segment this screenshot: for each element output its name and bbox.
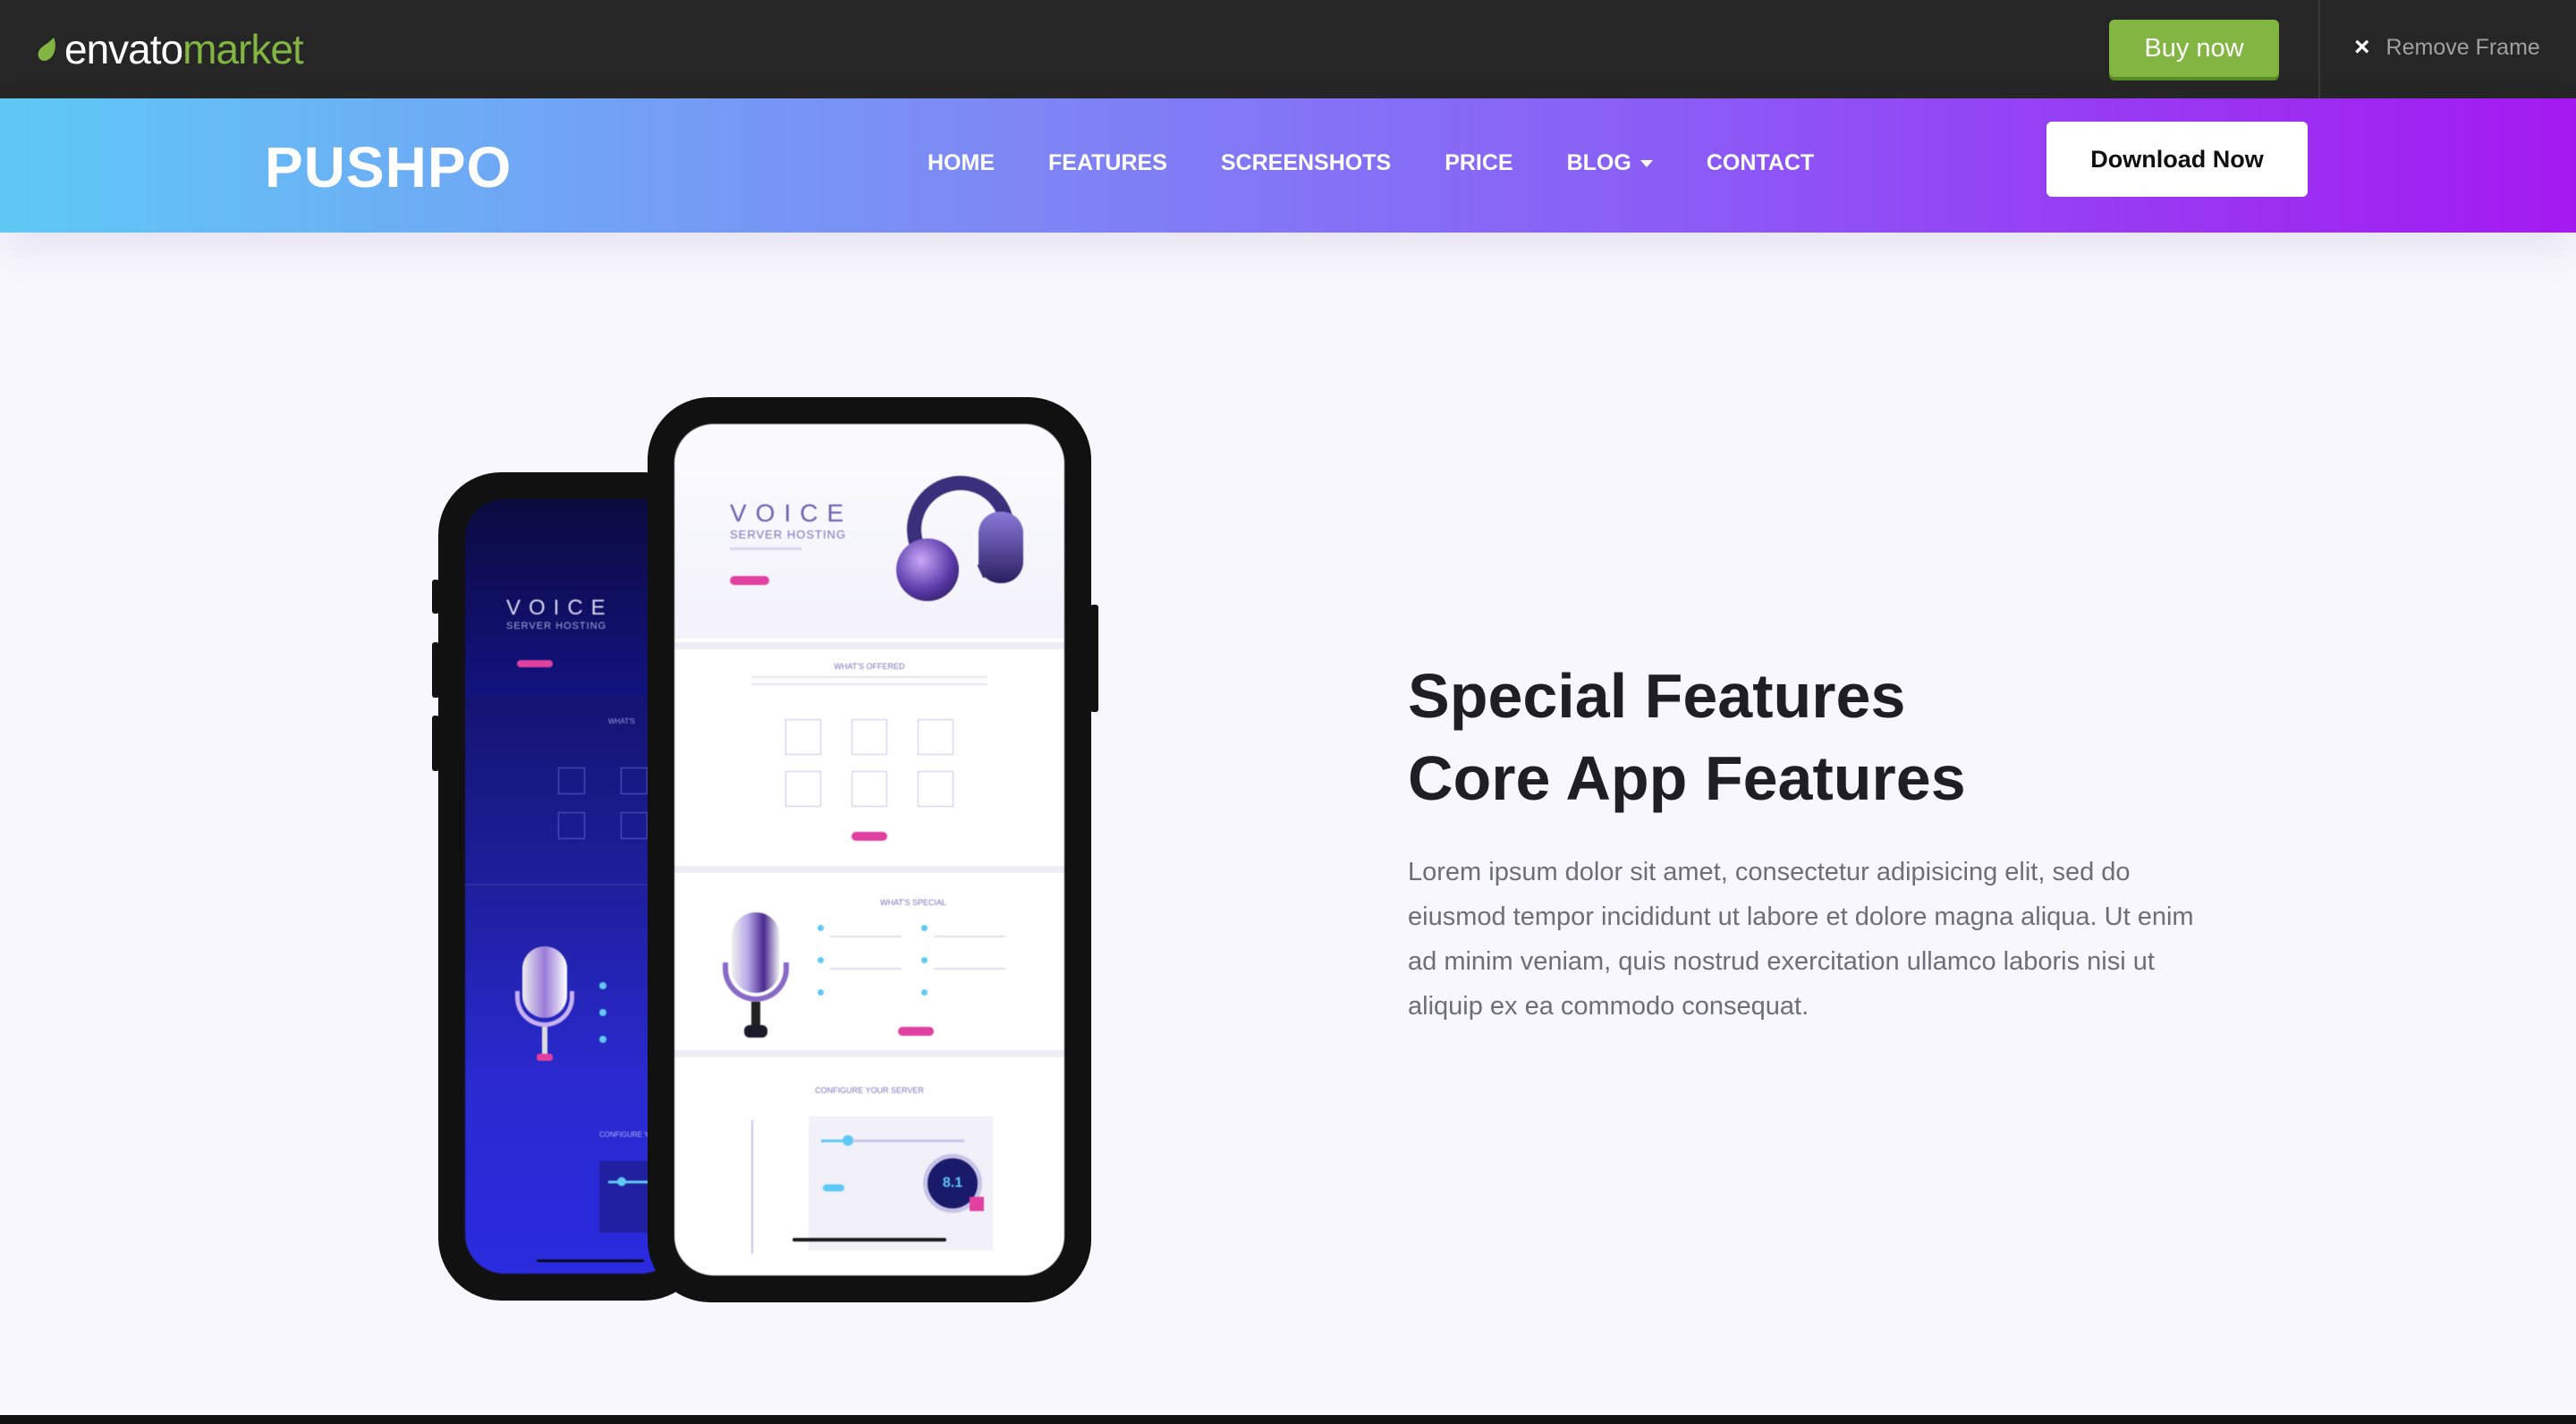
envato-leaf-icon [38, 38, 55, 61]
gauge-value: 8.1 [942, 1175, 963, 1191]
feature-box [785, 719, 821, 755]
footer-edge [0, 1415, 2576, 1424]
feature-box [852, 719, 887, 755]
buy-now-button[interactable]: Buy now [2109, 20, 2279, 77]
front-hero-button [730, 576, 769, 585]
features-description: Lorem ipsum dolor sit amet, consectetur … [1408, 858, 2194, 1021]
market-logo-text: market [182, 26, 304, 72]
special-button [898, 1027, 934, 1036]
remove-frame-link[interactable]: × Remove Frame [2354, 32, 2540, 63]
feature-box [621, 812, 648, 839]
features-heading-line1: Special Features [1408, 661, 1906, 731]
front-hero-title: VOICE [730, 499, 853, 527]
download-now-button[interactable]: Download Now [2046, 122, 2308, 197]
feature-box [785, 771, 821, 807]
chevron-down-icon [1640, 159, 1653, 167]
back-hero-subtitle: SERVER HOSTING [506, 621, 607, 631]
back-hero-button [517, 660, 553, 667]
front-hero-subtitle: SERVER HOSTING [730, 528, 847, 541]
back-config-title: CONFIGURE Y [599, 1131, 649, 1139]
envato-market-logo[interactable]: envato market [36, 26, 304, 72]
main-menu: HOME FEATURES SCREENSHOTS PRICE BLOG CON… [928, 150, 1868, 176]
envato-logo-text: envato [64, 26, 183, 72]
feature-box [918, 719, 953, 755]
nav-blog[interactable]: BLOG [1567, 150, 1653, 176]
feature-box [558, 812, 585, 839]
feature-box [852, 771, 887, 807]
feature-box [558, 767, 585, 794]
headphones-image [880, 461, 1032, 628]
site-logo[interactable]: PUSHPO [265, 134, 512, 200]
microphone-image [515, 946, 574, 1089]
nav-home[interactable]: HOME [928, 150, 995, 176]
feature-box [621, 767, 648, 794]
remove-frame-label: Remove Frame [2385, 34, 2540, 60]
phone-button [432, 716, 439, 771]
envato-top-bar: envato market Buy now × Remove Frame [0, 0, 2576, 98]
topbar-divider [2318, 0, 2320, 98]
front-special-title: WHAT'S SPECIAL [880, 898, 947, 907]
phone-button [432, 642, 439, 698]
feature-box [918, 771, 953, 807]
phone-button [1090, 605, 1098, 712]
phone-mockup-front: VOICE SERVER HOSTING WHAT'S OFFERED WHAT… [648, 397, 1098, 1302]
close-icon: × [2354, 32, 2370, 62]
front-offered-title: WHAT'S OFFERED [834, 662, 905, 671]
front-config-title: CONFIGURE YOUR SERVER [815, 1086, 924, 1095]
features-heading: Special Features Core App Features [1408, 655, 1966, 819]
phone-front-screen: VOICE SERVER HOSTING WHAT'S OFFERED WHAT… [674, 424, 1064, 1276]
site-header: PUSHPO HOME FEATURES SCREENSHOTS PRICE B… [0, 98, 2576, 233]
phone-button [432, 580, 439, 614]
features-heading-line2: Core App Features [1408, 743, 1966, 813]
microphone-image [719, 912, 791, 1073]
back-hero-title: VOICE [506, 596, 614, 620]
nav-blog-label: BLOG [1566, 150, 1631, 175]
back-section-title: WHAT'S [608, 717, 635, 725]
nav-features[interactable]: FEATURES [1048, 150, 1167, 176]
nav-price[interactable]: PRICE [1445, 150, 1513, 176]
offered-button [852, 832, 887, 841]
nav-contact[interactable]: CONTACT [1707, 150, 1814, 176]
nav-screenshots[interactable]: SCREENSHOTS [1221, 150, 1391, 176]
